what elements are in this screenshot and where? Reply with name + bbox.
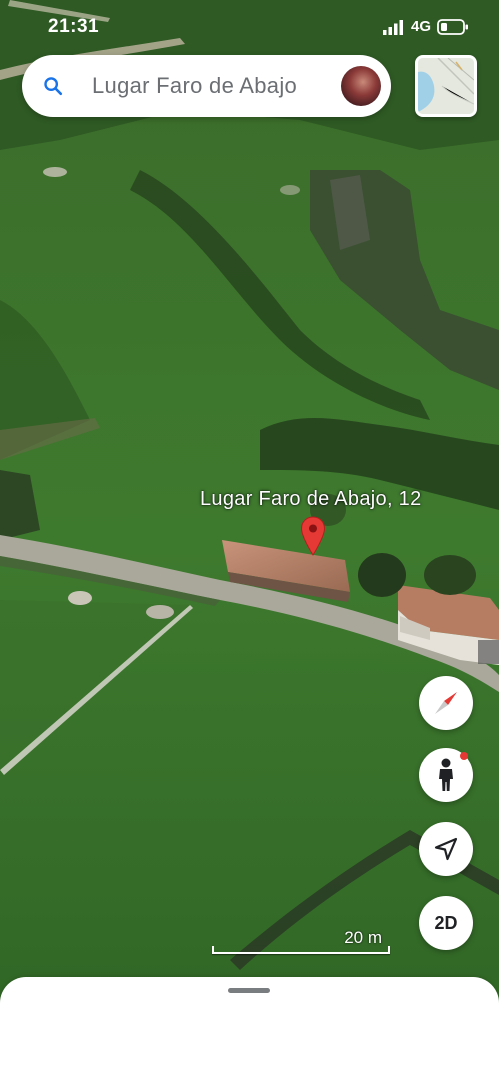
bottom-sheet[interactable] — [0, 977, 499, 1080]
signal-icon — [382, 19, 403, 35]
map-layers-button[interactable] — [415, 55, 477, 117]
status-icons: 4G — [382, 18, 469, 35]
search-bar[interactable]: Lugar Faro de Abajo — [22, 55, 391, 117]
user-avatar[interactable] — [341, 66, 381, 106]
location-pin-icon[interactable] — [300, 516, 326, 556]
compass-button[interactable] — [419, 676, 473, 730]
view-mode-toggle-button[interactable]: 2D — [419, 896, 473, 950]
map-layers-icon — [418, 58, 474, 114]
view-mode-label: 2D — [434, 912, 458, 933]
map-screen: 21:31 4G Lugar Faro de Abajo Lugar Faro … — [0, 0, 499, 1080]
scale-bar: 20 m — [212, 928, 392, 954]
compass-icon — [435, 692, 457, 714]
my-location-icon — [434, 837, 458, 861]
network-type: 4G — [410, 18, 431, 35]
notification-dot — [460, 752, 468, 760]
scale-label: 20 m — [344, 928, 382, 947]
battery-icon — [437, 18, 468, 35]
search-icon[interactable] — [42, 75, 64, 97]
scale-line — [212, 946, 390, 954]
status-time: 21:31 — [48, 16, 100, 37]
street-view-button[interactable] — [419, 748, 473, 802]
sheet-drag-handle[interactable] — [228, 988, 270, 993]
my-location-button[interactable] — [419, 822, 473, 876]
status-bar: 21:31 4G — [0, 0, 499, 52]
pegman-icon — [439, 758, 453, 791]
place-label[interactable]: Lugar Faro de Abajo, 12 — [200, 488, 422, 511]
